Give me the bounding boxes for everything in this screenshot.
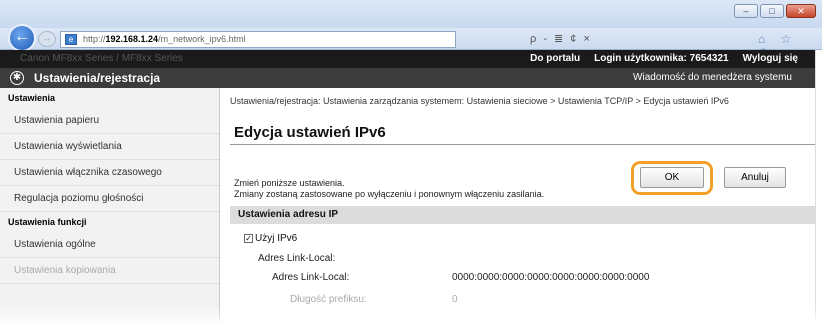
sidebar-item-timer[interactable]: Ustawienia włącznika czasowego [0,160,219,186]
divider [230,144,816,145]
browser-navbar: ← → e http://192.168.1.24/m_network_ipv6… [0,24,822,60]
page-title: Edycja ustawień IPv6 [234,124,386,141]
page-icon: e [65,34,77,45]
main-content: Ustawienia/rejestracja: Ustawienia zarzą… [220,88,818,324]
top-user-bar: Canon MF8xx Series / MF8xx Series Do por… [0,50,822,68]
sidebar: Ustawienia Ustawienia papieru Ustawienia… [0,88,220,324]
sidebar-item-volume[interactable]: Regulacja poziomu głośności [0,186,219,212]
url-host: 192.168.1.24 [105,34,159,44]
info-text: Zmień poniższe ustawienia. Zmiany zostan… [234,178,544,200]
settings-logo-icon: ✱ [10,71,24,85]
minimize-button[interactable]: – [734,4,758,18]
ok-highlight-frame [631,161,713,195]
title-bar: – □ ✕ [0,0,822,28]
login-user: Login użytkownika: 7654321 [594,53,729,64]
prefix-length-label: Długość prefiksu: [290,294,367,305]
maximize-button[interactable]: □ [760,4,784,18]
use-ipv6-label: Użyj IPv6 [255,233,298,244]
forward-arrow-icon[interactable]: → [38,31,56,47]
search-refresh-icon[interactable]: ρ - ≣ ¢ × [530,32,592,45]
sidebar-section-settings: Ustawienia [8,93,56,103]
checkbox-check-icon[interactable]: ✓ [244,233,253,243]
info-line-1: Zmień poniższe ustawienia. [234,178,345,188]
close-window-button[interactable]: ✕ [786,4,816,18]
url-path: /m_network_ipv6.html [158,34,246,44]
info-line-2: Zmiany zostaną zastosowane po wyłączeniu… [234,189,545,199]
device-name: Canon MF8xx Series / MF8xx Series [20,53,183,64]
top-links: Do portalu Login użytkownika: 7654321 Wy… [530,50,798,68]
app-title: Ustawienia/rejestracja [34,71,161,85]
sidebar-item-display[interactable]: Ustawienia wyświetlania [0,134,219,160]
window-controls: – □ ✕ [734,4,816,18]
portal-link[interactable]: Do portalu [530,50,580,68]
browser-window: – □ ✕ ← → e http://192.168.1.24/m_networ… [0,0,822,324]
link-local-addr-label: Adres Link-Local: [272,272,350,283]
section-ip-settings: Ustawienia adresu IP [230,206,816,224]
app-header: ✱ Ustawienia/rejestracja Wiadomość do me… [0,68,822,88]
use-ipv6-checkbox[interactable]: ✓ Użyj IPv6 [244,233,297,244]
url-prefix: http:// [83,34,106,44]
admin-message-link[interactable]: Wiadomość do menedżera systemu [633,68,792,88]
sidebar-section-functions: Ustawienia funkcji [8,217,87,227]
link-local-addr-value: 0000:0000:0000:0000:0000:0000:0000:0000 [452,272,650,283]
cancel-button[interactable]: Anuluj [724,167,786,188]
back-arrow-icon[interactable]: ← [8,24,36,52]
sidebar-item-copy[interactable]: Ustawienia kopiowania [0,258,219,284]
logout-link[interactable]: Wyloguj się [743,50,798,68]
link-local-heading: Adres Link-Local: [258,253,336,264]
sidebar-item-paper[interactable]: Ustawienia papieru [0,108,219,134]
breadcrumb: Ustawienia/rejestracja: Ustawienia zarzą… [230,96,729,106]
scrollbar[interactable] [815,50,822,324]
address-bar[interactable]: e http://192.168.1.24/m_network_ipv6.htm… [60,31,456,48]
sidebar-item-general[interactable]: Ustawienia ogólne [0,232,219,258]
prefix-length-value: 0 [452,294,458,305]
bottom-fade [0,306,822,324]
